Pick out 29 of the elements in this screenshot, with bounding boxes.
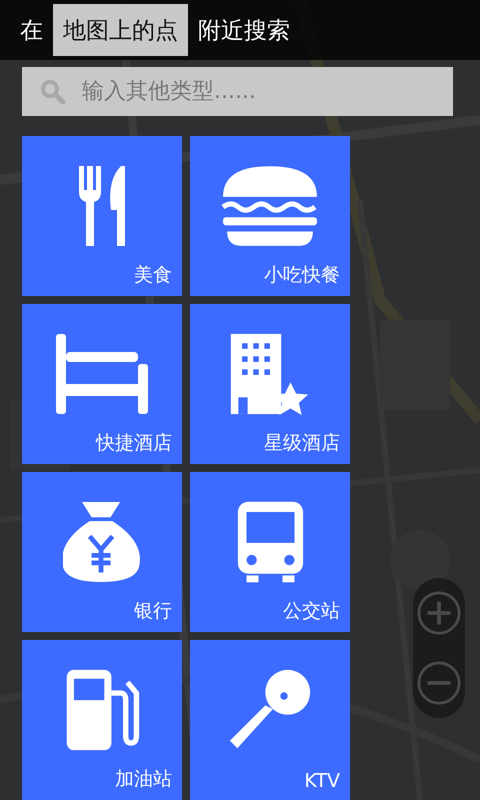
category-label: KTV xyxy=(304,770,340,792)
category-tile[interactable]: KTV xyxy=(190,640,350,800)
zoom-in-icon[interactable] xyxy=(416,590,462,636)
category-tile[interactable]: 美食 xyxy=(22,136,182,296)
bus-icon xyxy=(236,500,304,584)
category-label: 美食 xyxy=(134,263,172,288)
category-tile[interactable]: 公交站 xyxy=(190,472,350,632)
category-tile[interactable]: 银行 xyxy=(22,472,182,632)
category-tile[interactable]: 加油站 xyxy=(22,640,182,800)
building-star-icon xyxy=(229,332,311,416)
category-label: 银行 xyxy=(134,599,172,624)
category-label: 小吃快餐 xyxy=(264,263,340,288)
category-label: 快捷酒店 xyxy=(96,431,172,456)
category-label: 加油站 xyxy=(115,767,172,792)
burger-icon xyxy=(221,164,319,248)
location-button[interactable]: 地图上的点 xyxy=(53,4,188,56)
bed-icon xyxy=(54,332,150,416)
category-label: 星级酒店 xyxy=(264,431,340,456)
search-field[interactable]: 输入其他类型...... xyxy=(22,67,453,116)
cutlery-icon xyxy=(77,164,127,248)
header-text: 在 xyxy=(20,16,43,46)
category-tile[interactable]: 快捷酒店 xyxy=(22,304,182,464)
zoom-out-icon[interactable] xyxy=(416,660,462,706)
fuel-pump-icon xyxy=(64,668,140,752)
category-tile[interactable]: 小吃快餐 xyxy=(190,136,350,296)
money-bag-icon xyxy=(63,500,141,584)
category-label: 公交站 xyxy=(283,599,340,624)
category-tile[interactable]: 星级酒店 xyxy=(190,304,350,464)
header-text: 附近搜索 xyxy=(198,16,290,46)
